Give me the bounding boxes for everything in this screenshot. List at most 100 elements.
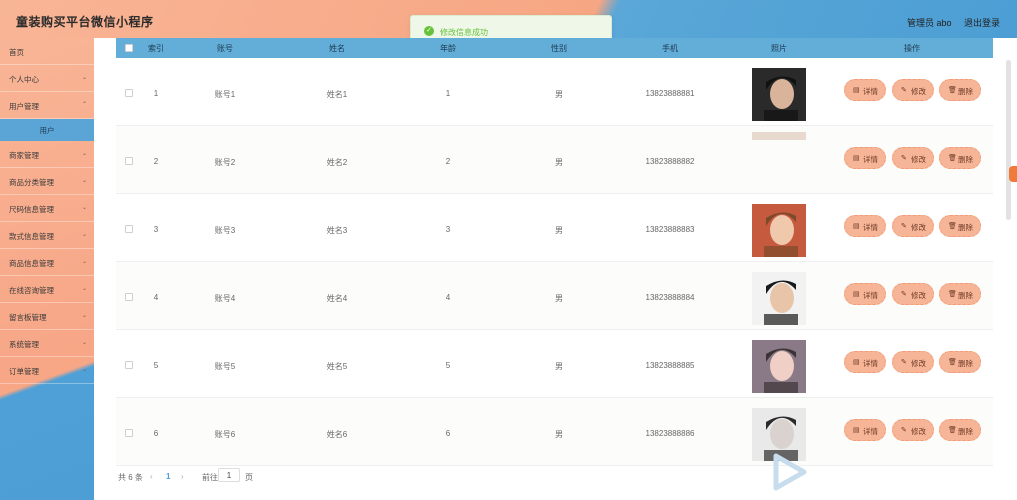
detail-button[interactable]: ▤ 详情 xyxy=(844,419,886,441)
cell-account: 账号3 xyxy=(214,226,236,235)
document-icon: ▤ xyxy=(853,359,860,366)
detail-button[interactable]: ▤ 详情 xyxy=(844,351,886,373)
cell-index: 3 xyxy=(153,225,159,234)
sidebar-item-label: 商品信息管理 xyxy=(9,259,54,268)
cell-name: 姓名5 xyxy=(326,362,348,371)
app-title: 童装购买平台微信小程序 xyxy=(16,15,154,29)
sidebar-item-system[interactable]: 系统管理 ⌄ xyxy=(0,330,94,357)
delete-button-label: 删除 xyxy=(958,87,973,96)
vertical-scrollbar[interactable] xyxy=(1006,60,1011,220)
cell-gender: 男 xyxy=(555,158,563,167)
column-header-age: 年龄 xyxy=(440,44,456,53)
user-photo-loading xyxy=(752,132,806,140)
sidebar: 首页 个人中心 ⌄ 用户管理 ⌃ 用户 商家管理 ⌄ 商品分类管理 ⌄ 尺码信息… xyxy=(0,38,94,500)
edit-button-label: 修改 xyxy=(911,223,926,232)
delete-button[interactable]: 🗑 删除 xyxy=(939,215,981,237)
column-header-phone: 手机 xyxy=(662,44,678,53)
document-icon: ▤ xyxy=(853,223,860,230)
edit-button-label: 修改 xyxy=(911,359,926,368)
table-row: 5 账号5 姓名5 5 男 13823888885 ▤ 详情 ✎ 修改 🗑 删除 xyxy=(116,330,993,398)
cell-age: 2 xyxy=(445,157,451,166)
sidebar-item-sizes[interactable]: 尺码信息管理 ⌄ xyxy=(0,195,94,222)
cell-phone: 13823888881 xyxy=(645,89,695,98)
document-icon: ▤ xyxy=(853,427,860,434)
sidebar-item-label: 个人中心 xyxy=(9,75,39,84)
sidebar-item-label: 首页 xyxy=(9,48,24,57)
column-header-account: 账号 xyxy=(217,44,233,53)
sidebar-item-styles[interactable]: 款式信息管理 ⌄ xyxy=(0,222,94,249)
pencil-icon: ✎ xyxy=(901,155,907,162)
document-icon: ▤ xyxy=(853,291,860,298)
user-photo xyxy=(752,272,806,325)
sidebar-item-orders[interactable]: 订单管理 ⌄ xyxy=(0,357,94,384)
chevron-down-icon: ⌄ xyxy=(81,259,87,265)
user-photo xyxy=(752,204,806,257)
edit-button[interactable]: ✎ 修改 xyxy=(892,147,934,169)
row-checkbox[interactable] xyxy=(125,429,133,437)
row-checkbox[interactable] xyxy=(125,225,133,233)
delete-button[interactable]: 🗑 删除 xyxy=(939,419,981,441)
row-checkbox[interactable] xyxy=(125,157,133,165)
sidebar-item-products[interactable]: 商品信息管理 ⌄ xyxy=(0,249,94,276)
row-checkbox[interactable] xyxy=(125,361,133,369)
delete-button[interactable]: 🗑 删除 xyxy=(939,351,981,373)
delete-button-label: 删除 xyxy=(958,427,973,436)
sidebar-item-label: 留言板管理 xyxy=(9,313,47,322)
select-all-checkbox[interactable] xyxy=(125,44,133,52)
sidebar-item-consult[interactable]: 在线咨询管理 ⌄ xyxy=(0,276,94,303)
detail-button[interactable]: ▤ 详情 xyxy=(844,215,886,237)
edit-button-label: 修改 xyxy=(911,291,926,300)
sidebar-item-messages[interactable]: 留言板管理 ⌄ xyxy=(0,303,94,330)
column-header-gender: 性别 xyxy=(551,44,567,53)
sidebar-item-label: 订单管理 xyxy=(9,367,39,376)
page-number-current[interactable]: 1 xyxy=(166,472,170,481)
user-photo xyxy=(752,340,806,393)
edit-button-label: 修改 xyxy=(911,87,926,96)
edit-button[interactable]: ✎ 修改 xyxy=(892,215,934,237)
detail-button[interactable]: ▤ 详情 xyxy=(844,283,886,305)
cell-gender: 男 xyxy=(555,362,563,371)
cell-gender: 男 xyxy=(555,90,563,99)
edit-button[interactable]: ✎ 修改 xyxy=(892,419,934,441)
table-row: 2 账号2 姓名2 2 男 13823888882 ▤ 详情 ✎ 修改 🗑 删除 xyxy=(116,126,993,194)
sidebar-item-label: 在线咨询管理 xyxy=(9,286,54,295)
cell-name: 姓名2 xyxy=(326,158,348,167)
delete-button[interactable]: 🗑 删除 xyxy=(939,79,981,101)
edit-button[interactable]: ✎ 修改 xyxy=(892,79,934,101)
table-row: 6 账号6 姓名6 6 男 13823888886 ▤ 详情 ✎ 修改 🗑 删除 xyxy=(116,398,993,466)
row-checkbox[interactable] xyxy=(125,293,133,301)
detail-button-label: 详情 xyxy=(863,427,878,436)
row-checkbox[interactable] xyxy=(125,89,133,97)
cell-index: 1 xyxy=(153,89,159,98)
check-circle-icon: ✓ xyxy=(424,26,434,36)
sidebar-item-categories[interactable]: 商品分类管理 ⌄ xyxy=(0,168,94,195)
delete-button[interactable]: 🗑 删除 xyxy=(939,283,981,305)
delete-button-label: 删除 xyxy=(958,359,973,368)
cell-account: 账号6 xyxy=(214,430,236,439)
sidebar-item-profile[interactable]: 个人中心 ⌄ xyxy=(0,65,94,92)
next-page-icon[interactable]: › xyxy=(181,472,184,481)
detail-button[interactable]: ▤ 详情 xyxy=(844,147,886,169)
sidebar-item-home[interactable]: 首页 xyxy=(0,38,94,65)
sidebar-item-users[interactable]: 用户管理 ⌃ xyxy=(0,92,94,119)
detail-button[interactable]: ▤ 详情 xyxy=(844,79,886,101)
delete-button-label: 删除 xyxy=(958,291,973,300)
floating-edge-icon[interactable] xyxy=(1009,166,1017,182)
edit-button[interactable]: ✎ 修改 xyxy=(892,283,934,305)
sidebar-subitem-user[interactable]: 用户 xyxy=(0,119,94,141)
column-header-actions: 操作 xyxy=(904,44,920,53)
table-header: 索引 账号 姓名 年龄 性别 手机 照片 操作 xyxy=(116,38,993,58)
sidebar-item-merchants[interactable]: 商家管理 ⌄ xyxy=(0,141,94,168)
cell-name: 姓名6 xyxy=(326,430,348,439)
prev-page-icon[interactable]: ‹ xyxy=(150,472,153,481)
edit-button[interactable]: ✎ 修改 xyxy=(892,351,934,373)
cell-age: 4 xyxy=(445,293,451,302)
delete-button[interactable]: 🗑 删除 xyxy=(939,147,981,169)
column-header-photo: 照片 xyxy=(771,44,787,53)
goto-page-input[interactable] xyxy=(218,468,240,482)
chevron-up-icon: ⌃ xyxy=(81,102,87,108)
sidebar-item-label: 系统管理 xyxy=(9,340,39,349)
sidebar-subitem-label: 用户 xyxy=(39,126,55,135)
sidebar-item-label: 商家管理 xyxy=(9,151,39,160)
logout-link[interactable]: 退出登录 xyxy=(964,16,1000,29)
